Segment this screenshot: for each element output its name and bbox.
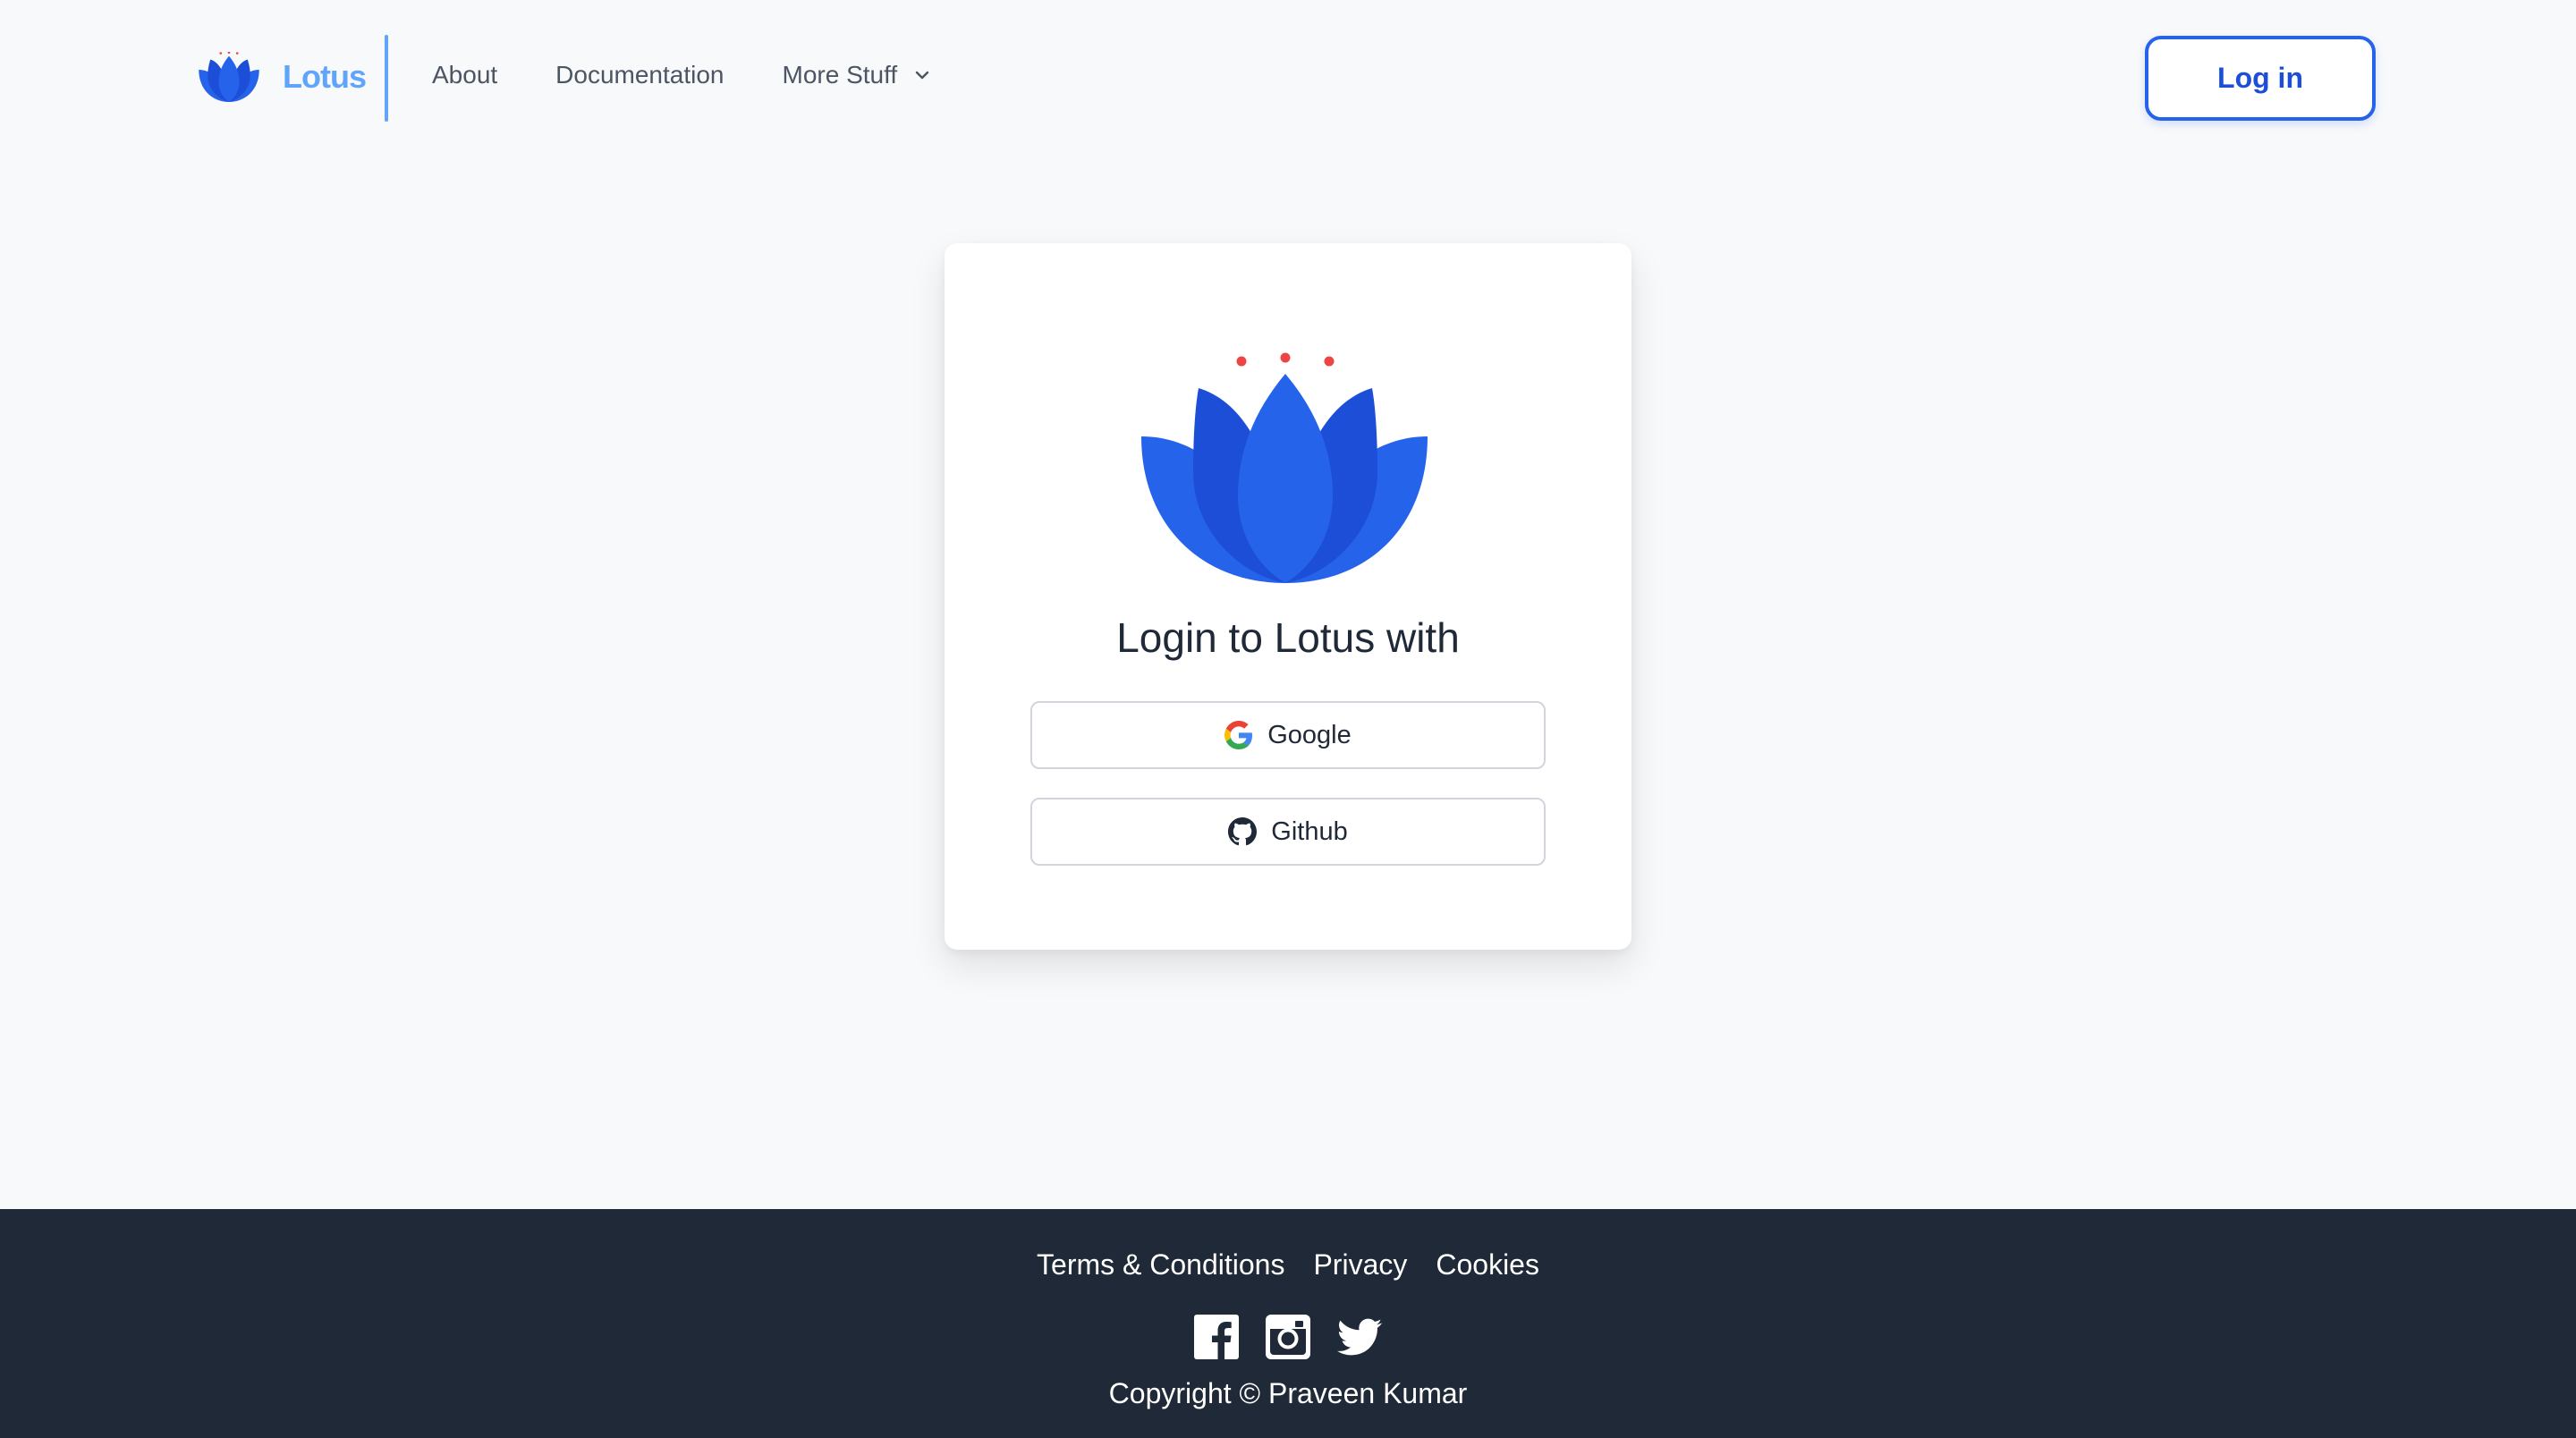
lotus-logo-icon <box>1141 352 1428 583</box>
login-card: Login to Lotus with Google Github <box>945 243 1631 950</box>
copyright-text: Copyright © Praveen Kumar <box>1108 1377 1468 1409</box>
chevron-down-icon <box>915 71 929 80</box>
footer-link-cookies[interactable]: Cookies <box>1436 1248 1539 1282</box>
footer-link-terms[interactable]: Terms & Conditions <box>1037 1248 1284 1282</box>
header-login-button[interactable]: Log in <box>2145 36 2376 121</box>
instagram-icon[interactable] <box>1266 1315 1310 1359</box>
footer-link-privacy[interactable]: Privacy <box>1313 1248 1407 1282</box>
nav-item-about[interactable]: About <box>432 61 497 89</box>
brand-link[interactable]: Lotus <box>199 52 367 102</box>
google-login-button[interactable]: Google <box>1030 701 1546 769</box>
github-login-label: Github <box>1271 816 1348 846</box>
google-login-label: Google <box>1267 720 1352 749</box>
lotus-logo-icon <box>199 52 259 102</box>
footer: Terms & Conditions Privacy Cookies Copyr… <box>0 1209 2576 1438</box>
login-title: Login to Lotus with <box>1116 614 1460 661</box>
twitter-icon[interactable] <box>1337 1315 1382 1359</box>
github-login-button[interactable]: Github <box>1030 798 1546 866</box>
footer-links: Terms & Conditions Privacy Cookies <box>0 1248 2576 1282</box>
nav-item-label: About <box>432 61 498 89</box>
brand-name: Lotus <box>283 58 367 95</box>
nav-item-label: More Stuff <box>782 61 898 89</box>
github-icon <box>1228 817 1258 846</box>
facebook-icon[interactable] <box>1194 1315 1239 1359</box>
top-navbar: Lotus About Documentation More Stuff Log… <box>0 0 2576 157</box>
social-links <box>0 1315 2576 1359</box>
google-icon <box>1224 721 1253 749</box>
nav-item-more-stuff-dropdown[interactable]: More Stuff <box>783 61 932 89</box>
nav-item-documentation[interactable]: Documentation <box>555 61 724 89</box>
nav-item-label: Documentation <box>555 61 724 89</box>
main-nav: About Documentation More Stuff <box>432 61 989 89</box>
brand-divider <box>385 35 388 122</box>
